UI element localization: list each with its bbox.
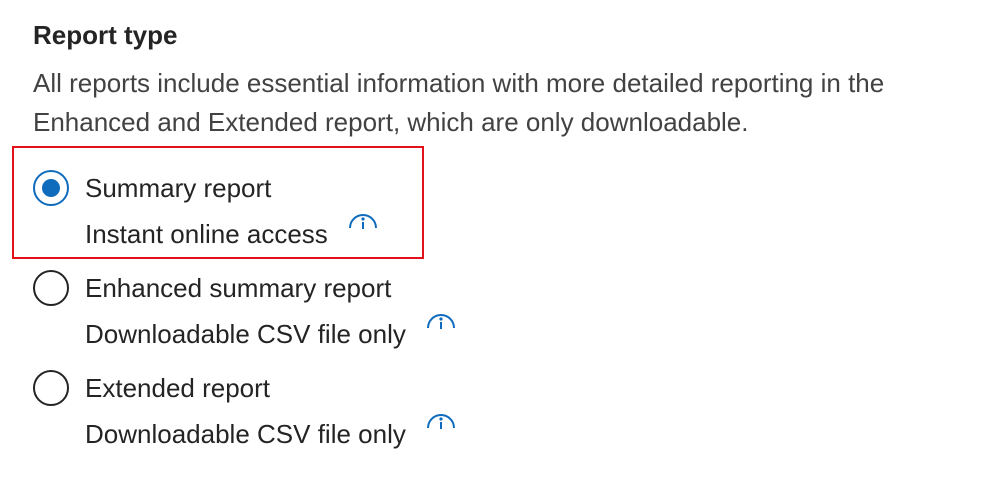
option-label-summary-report: Summary report: [85, 173, 272, 203]
info-icon[interactable]: [348, 208, 378, 230]
radio-button-enhanced-summary-report[interactable]: [33, 270, 69, 306]
section-title: Report type: [33, 20, 178, 50]
option-label-enhanced-summary-report: Enhanced summary report: [85, 273, 392, 303]
info-icon[interactable]: [426, 408, 456, 430]
option-sublabel-enhanced-summary-report: Downloadable CSV file only: [85, 319, 406, 349]
option-sub-row: Downloadable CSV file only: [85, 414, 456, 452]
option-sublabel-summary-report: Instant online access: [85, 219, 328, 249]
option-sub-row: Downloadable CSV file only: [85, 314, 456, 352]
radio-option-enhanced-summary-report[interactable]: Enhanced summary report Downloadable CSV…: [30, 268, 490, 358]
radio-option-summary-report[interactable]: Summary report Instant online access: [30, 168, 490, 258]
report-type-panel: Report type All reports include essentia…: [0, 0, 1002, 480]
section-description: All reports include essential informatio…: [33, 68, 885, 137]
radio-button-extended-report[interactable]: [33, 370, 69, 406]
option-sublabel-extended-report: Downloadable CSV file only: [85, 419, 406, 449]
option-label-extended-report: Extended report: [85, 373, 271, 403]
radio-selected-dot: [42, 179, 60, 197]
radio-button-summary-report[interactable]: [33, 170, 69, 206]
radio-option-extended-report[interactable]: Extended report Downloadable CSV file on…: [30, 368, 490, 458]
option-sub-row: Instant online access: [85, 214, 378, 252]
info-icon[interactable]: [426, 308, 456, 330]
